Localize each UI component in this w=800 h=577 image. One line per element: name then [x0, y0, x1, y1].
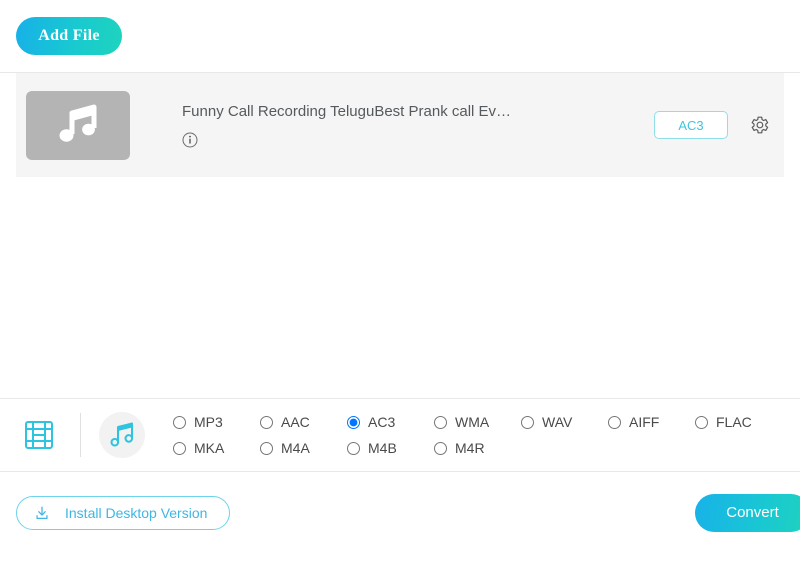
file-list: Funny Call Recording TeluguBest Prank ca…	[0, 72, 800, 177]
format-label-aac: AAC	[281, 414, 310, 430]
gear-icon[interactable]	[748, 114, 770, 136]
format-option-mka[interactable]: MKA	[173, 440, 260, 456]
top-toolbar: Add File	[0, 0, 800, 72]
media-tab-audio[interactable]	[99, 412, 145, 458]
format-radio-m4a[interactable]	[260, 442, 273, 455]
film-strip-icon	[22, 418, 56, 452]
output-format-badge[interactable]: AC3	[654, 111, 728, 139]
format-label-m4r: M4R	[455, 440, 485, 456]
format-label-aiff: AIFF	[629, 414, 659, 430]
info-circle-icon[interactable]	[182, 132, 198, 148]
format-radio-m4r[interactable]	[434, 442, 447, 455]
format-label-flac: FLAC	[716, 414, 752, 430]
format-option-aiff[interactable]: AIFF	[608, 414, 695, 430]
file-actions: AC3	[654, 111, 770, 139]
media-tab-video[interactable]	[16, 412, 62, 458]
format-label-ac3: AC3	[368, 414, 395, 430]
format-row-1: MP3 AAC AC3 WMA WAV AIFF	[173, 409, 800, 435]
format-option-aac[interactable]: AAC	[260, 414, 347, 430]
format-label-mka: MKA	[194, 440, 224, 456]
file-thumbnail	[26, 91, 130, 160]
format-option-m4r[interactable]: M4R	[434, 440, 521, 456]
format-selection-bar: MP3 AAC AC3 WMA WAV AIFF	[0, 398, 800, 472]
bottom-action-bar: Install Desktop Version Convert	[0, 472, 800, 553]
add-file-button[interactable]: Add File	[16, 17, 122, 55]
install-desktop-version-button[interactable]: Install Desktop Version	[16, 496, 230, 530]
format-radio-mp3[interactable]	[173, 416, 186, 429]
format-radio-wav[interactable]	[521, 416, 534, 429]
media-type-tabs	[16, 412, 145, 458]
format-radio-aac[interactable]	[260, 416, 273, 429]
tabs-divider	[80, 413, 81, 457]
format-option-flac[interactable]: FLAC	[695, 414, 782, 430]
download-icon	[33, 504, 51, 522]
format-radio-wma[interactable]	[434, 416, 447, 429]
format-radio-aiff[interactable]	[608, 416, 621, 429]
convert-button[interactable]: Convert	[695, 494, 800, 532]
format-label-m4a: M4A	[281, 440, 310, 456]
format-option-ac3[interactable]: AC3	[347, 414, 434, 430]
format-radio-flac[interactable]	[695, 416, 708, 429]
music-note-icon	[56, 104, 100, 146]
file-name: Funny Call Recording TeluguBest Prank ca…	[182, 103, 582, 120]
format-option-wav[interactable]: WAV	[521, 414, 608, 430]
format-option-m4a[interactable]: M4A	[260, 440, 347, 456]
format-label-m4b: M4B	[368, 440, 397, 456]
format-option-m4b[interactable]: M4B	[347, 440, 434, 456]
format-label-wav: WAV	[542, 414, 572, 430]
install-button-label: Install Desktop Version	[65, 505, 207, 521]
format-label-mp3: MP3	[194, 414, 223, 430]
format-radio-ac3[interactable]	[347, 416, 360, 429]
music-note-icon	[107, 420, 137, 450]
format-row-2: MKA M4A M4B M4R	[173, 435, 800, 461]
format-options: MP3 AAC AC3 WMA WAV AIFF	[145, 409, 800, 461]
format-option-wma[interactable]: WMA	[434, 414, 521, 430]
format-option-mp3[interactable]: MP3	[173, 414, 260, 430]
format-radio-mka[interactable]	[173, 442, 186, 455]
file-info: Funny Call Recording TeluguBest Prank ca…	[130, 103, 654, 148]
empty-drop-area	[0, 177, 800, 398]
file-row[interactable]: Funny Call Recording TeluguBest Prank ca…	[16, 73, 784, 177]
format-label-wma: WMA	[455, 414, 489, 430]
format-radio-m4b[interactable]	[347, 442, 360, 455]
